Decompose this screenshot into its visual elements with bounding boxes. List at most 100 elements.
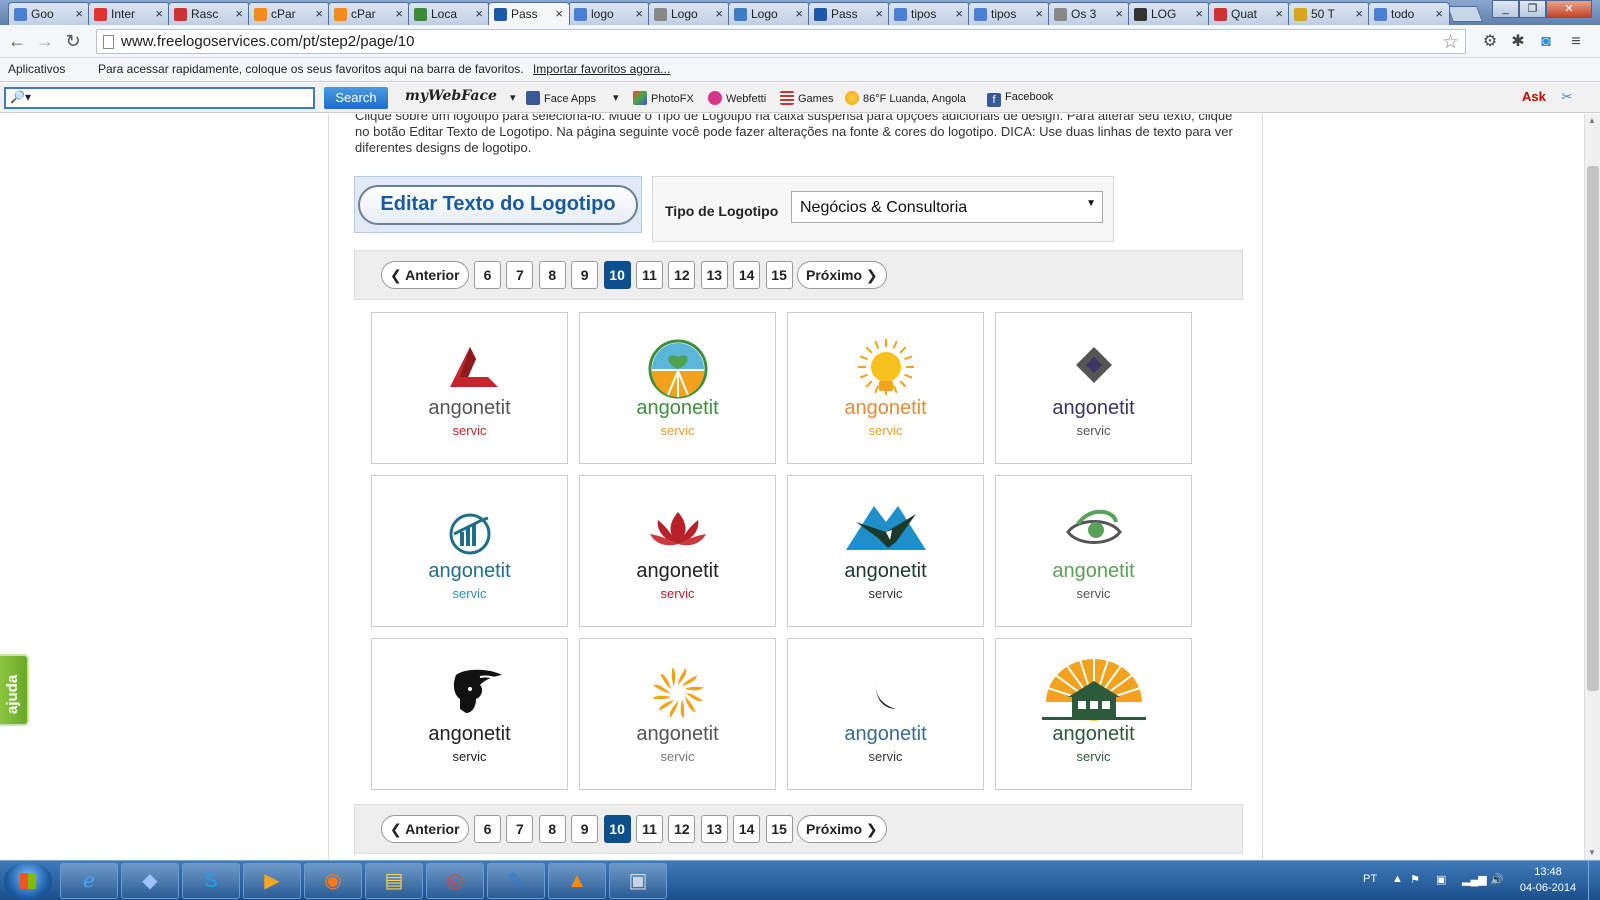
- tab-close-icon[interactable]: ×: [555, 6, 563, 21]
- page-number-button[interactable]: 10: [603, 261, 631, 289]
- page-number-button[interactable]: 12: [668, 261, 696, 289]
- addon-photofx[interactable]: PhotoFX: [633, 91, 694, 105]
- addon-search-button[interactable]: Search: [324, 87, 388, 109]
- tab-close-icon[interactable]: ×: [875, 6, 883, 21]
- browser-tab[interactable]: logo ×: [568, 2, 650, 25]
- volume-icon[interactable]: 🔊: [1490, 873, 1504, 886]
- previous-page-button[interactable]: ❮ Anterior: [381, 261, 469, 289]
- logo-card[interactable]: angonetit servic: [787, 475, 984, 627]
- page-number-button[interactable]: 11: [636, 261, 663, 289]
- next-page-button[interactable]: Próximo ❯: [797, 815, 887, 843]
- addon-facebook[interactable]: f Facebook: [987, 91, 1053, 107]
- browser-tab[interactable]: Quat ×: [1208, 2, 1290, 25]
- tab-close-icon[interactable]: ×: [1275, 6, 1283, 21]
- browser-tab[interactable]: cPar ×: [248, 2, 330, 25]
- browser-tab[interactable]: Logo ×: [728, 2, 810, 25]
- browser-tab[interactable]: Pass ×: [808, 2, 890, 25]
- tab-close-icon[interactable]: ×: [1355, 6, 1363, 21]
- page-number-button[interactable]: 12: [668, 815, 696, 843]
- page-number-button[interactable]: 6: [474, 815, 501, 843]
- close-window-button[interactable]: ✕: [1546, 0, 1592, 18]
- browser-tab[interactable]: Logo ×: [648, 2, 730, 25]
- logo-card[interactable]: angonetit servic: [371, 638, 568, 790]
- tab-close-icon[interactable]: ×: [1035, 6, 1043, 21]
- network-icon[interactable]: ▣: [1436, 873, 1446, 886]
- tab-close-icon[interactable]: ×: [795, 6, 803, 21]
- taskbar-app-icon[interactable]: S: [182, 863, 240, 899]
- next-page-button[interactable]: Próximo ❯: [797, 261, 887, 289]
- taskbar-app-icon[interactable]: ◎: [426, 863, 484, 899]
- page-number-button[interactable]: 15: [765, 815, 793, 843]
- apps-shortcut[interactable]: Aplicativos: [8, 62, 65, 272]
- start-button[interactable]: [4, 862, 52, 900]
- taskbar-app-icon[interactable]: ◆: [121, 863, 179, 899]
- browser-tab[interactable]: LOG ×: [1128, 2, 1210, 25]
- browser-tab[interactable]: todo ×: [1368, 2, 1450, 25]
- page-number-button[interactable]: 11: [636, 815, 663, 843]
- logo-card[interactable]: angonetit servic: [371, 475, 568, 627]
- new-tab-button[interactable]: [1447, 6, 1483, 22]
- tab-close-icon[interactable]: ×: [1195, 6, 1203, 21]
- tray-arrow-icon[interactable]: ▲: [1392, 873, 1403, 885]
- browser-tab[interactable]: tipos ×: [968, 2, 1050, 25]
- ask-icon[interactable]: Ask: [1522, 89, 1546, 107]
- bookmark-star-icon[interactable]: ☆: [1442, 31, 1459, 54]
- page-number-button[interactable]: 13: [700, 261, 728, 289]
- taskbar-app-icon[interactable]: ▤: [365, 863, 423, 899]
- browser-tab[interactable]: Inter ×: [88, 2, 170, 25]
- tab-close-icon[interactable]: ×: [715, 6, 723, 21]
- browser-tab[interactable]: Pass ×: [488, 2, 570, 25]
- taskbar-app-icon[interactable]: ▣: [609, 863, 667, 899]
- forward-icon[interactable]: →: [34, 31, 56, 53]
- browser-tab[interactable]: Rasc ×: [168, 2, 250, 25]
- taskbar-app-icon[interactable]: ▶: [243, 863, 301, 899]
- page-scrollbar[interactable]: ▲ ▼: [1584, 114, 1600, 860]
- help-tab[interactable]: ajuda: [0, 654, 29, 726]
- tab-close-icon[interactable]: ×: [75, 6, 83, 21]
- addon-search-input[interactable]: 🔎▾: [4, 87, 315, 109]
- address-bar[interactable]: www.freelogoservices.com/pt/step2/page/1…: [96, 29, 1466, 54]
- page-number-button[interactable]: 8: [538, 261, 566, 289]
- addon-weather[interactable]: 86°F Luanda, Angola: [845, 91, 966, 105]
- page-number-button[interactable]: 9: [571, 261, 599, 289]
- language-indicator[interactable]: PT: [1363, 873, 1377, 885]
- logo-card[interactable]: angonetit servic: [787, 312, 984, 464]
- back-icon[interactable]: ←: [6, 31, 28, 53]
- gear-icon[interactable]: ⚙: [1480, 32, 1500, 52]
- addon-webfetti[interactable]: Webfetti: [708, 91, 766, 105]
- import-bookmarks-link[interactable]: Importar favoritos agora...: [533, 62, 670, 76]
- browser-tab[interactable]: Goo ×: [8, 2, 90, 25]
- logo-card[interactable]: angonetit servic: [371, 312, 568, 464]
- flag-icon[interactable]: ⚑: [1410, 873, 1420, 886]
- show-desktop-button[interactable]: [1588, 861, 1600, 900]
- browser-tab[interactable]: cPar ×: [328, 2, 410, 25]
- taskbar-app-icon[interactable]: ✎: [487, 863, 545, 899]
- tab-close-icon[interactable]: ×: [155, 6, 163, 21]
- logo-card[interactable]: angonetit servic: [995, 475, 1192, 627]
- logo-card[interactable]: angonetit servic: [579, 638, 776, 790]
- page-number-button[interactable]: 9: [571, 815, 599, 843]
- logo-card[interactable]: angonetit servic: [995, 638, 1192, 790]
- page-number-button[interactable]: 14: [733, 815, 761, 843]
- page-number-button[interactable]: 7: [506, 815, 534, 843]
- minimize-button[interactable]: _: [1492, 0, 1519, 18]
- tab-close-icon[interactable]: ×: [635, 6, 643, 21]
- page-number-button[interactable]: 14: [733, 261, 761, 289]
- tab-close-icon[interactable]: ×: [1435, 6, 1443, 21]
- page-number-button[interactable]: 6: [474, 261, 501, 289]
- scroll-up-icon[interactable]: ▲: [1588, 116, 1596, 125]
- browser-tab[interactable]: 50 T ×: [1288, 2, 1370, 25]
- tab-close-icon[interactable]: ×: [395, 6, 403, 21]
- logo-card[interactable]: angonetit servic: [579, 312, 776, 464]
- tab-close-icon[interactable]: ×: [235, 6, 243, 21]
- logo-type-select[interactable]: Negócios & Consultoria ▼: [791, 191, 1103, 223]
- tab-close-icon[interactable]: ×: [1115, 6, 1123, 21]
- tools-icon[interactable]: ✂: [1556, 89, 1578, 107]
- page-number-button[interactable]: 10: [603, 815, 631, 843]
- page-number-button[interactable]: 8: [538, 815, 566, 843]
- edit-logo-text-button[interactable]: Editar Texto do Logotipo: [358, 185, 638, 225]
- addon-face-apps[interactable]: Face Apps: [526, 91, 596, 105]
- scrollbar-thumb[interactable]: [1587, 166, 1599, 691]
- tab-close-icon[interactable]: ×: [315, 6, 323, 21]
- reload-icon[interactable]: ↻: [62, 31, 84, 53]
